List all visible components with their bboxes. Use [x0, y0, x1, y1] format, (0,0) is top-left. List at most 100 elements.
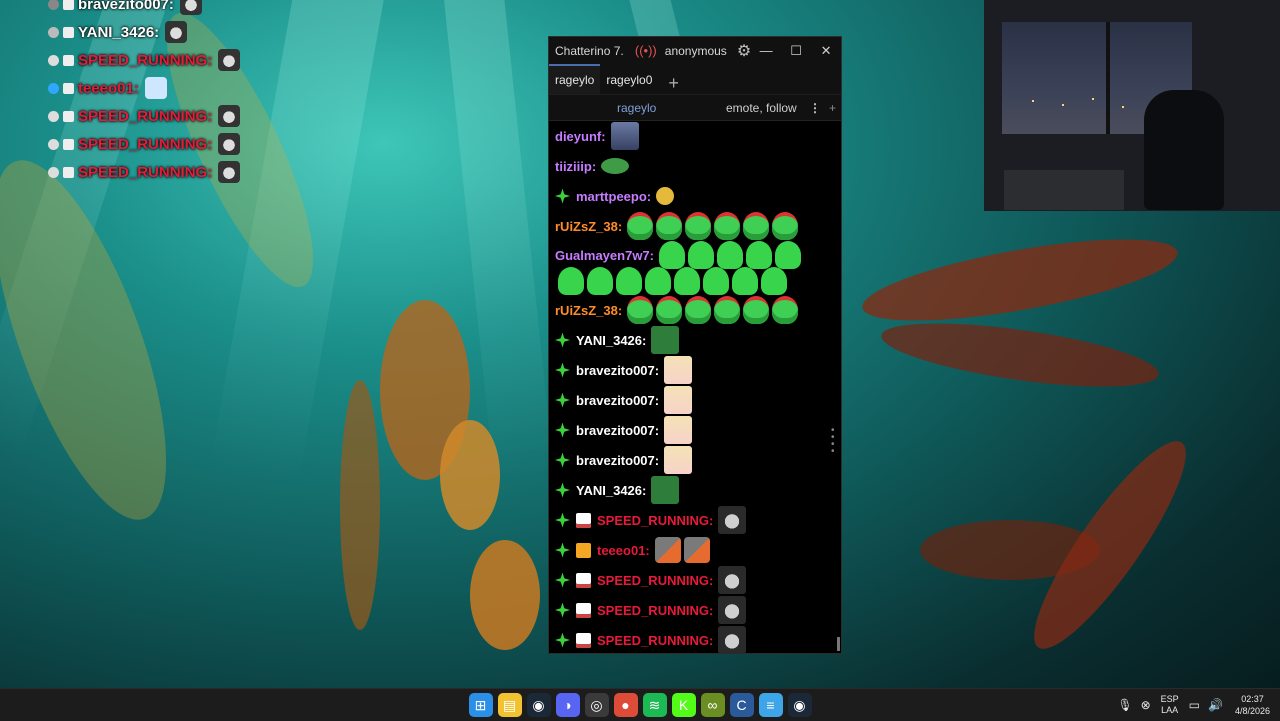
discord-icon[interactable]: ◑ [555, 693, 580, 717]
sparkle-badge-icon[interactable] [555, 452, 570, 468]
chat-username[interactable]: bravezito007: [576, 393, 659, 408]
sparkle-badge-icon[interactable] [555, 188, 570, 204]
pepe-emote[interactable] [651, 326, 680, 354]
sparkle-badge-icon[interactable] [555, 572, 570, 588]
ghost-emote[interactable] [659, 241, 685, 269]
sparkle-badge-icon[interactable] [555, 482, 570, 498]
chat-username[interactable]: bravezito007: [576, 453, 659, 468]
ghost-emote[interactable] [775, 241, 801, 269]
language-indicator[interactable]: ESP LAA [1161, 694, 1179, 716]
anime-emote[interactable] [664, 356, 693, 384]
sparkle-badge-icon[interactable] [555, 332, 570, 348]
horn-emote[interactable] [772, 296, 799, 324]
horn-emote[interactable] [714, 296, 741, 324]
gift-badge-icon[interactable] [576, 542, 591, 558]
chat-message[interactable]: Gualmayen7w7: [555, 241, 825, 295]
channel-name[interactable]: rageylo [617, 101, 656, 115]
scroll-handle[interactable]: • • • • [831, 426, 835, 457]
chat-message[interactable]: SPEED_RUNNING: [555, 505, 825, 535]
start-icon[interactable]: ⊞ [468, 693, 493, 717]
chat-username[interactable]: YANI_3426: [576, 483, 646, 498]
horn-emote[interactable] [772, 212, 799, 240]
horn-emote[interactable] [743, 296, 770, 324]
chat-message[interactable]: dieyunf: [555, 121, 825, 151]
sparkle-badge-icon[interactable] [555, 392, 570, 408]
chat-message[interactable]: tiiziiip: [555, 151, 825, 181]
sparkle-badge-icon[interactable] [555, 542, 570, 558]
chat-username[interactable]: bravezito007: [576, 423, 659, 438]
chat-username[interactable]: SPEED_RUNNING: [597, 573, 713, 588]
message-list[interactable]: dieyunf: tiiziiip: marttpeepo: rUiZsZ_38: Gu… [555, 121, 825, 655]
face-emote[interactable] [610, 122, 639, 150]
chat-message[interactable]: bravezito007: [555, 355, 825, 385]
chat-username[interactable]: YANI_3426: [576, 333, 646, 348]
stonks-emote[interactable] [683, 537, 710, 563]
mail-badge-icon[interactable] [576, 602, 591, 618]
notepad-icon[interactable]: ≡ [758, 693, 783, 717]
horn-emote[interactable] [656, 212, 683, 240]
ghost-emote[interactable] [761, 267, 787, 295]
add-split-button[interactable]: + [829, 101, 836, 115]
tab-rageylo0[interactable]: rageylo0 [600, 66, 658, 94]
ghost-emote[interactable] [587, 267, 613, 295]
ghost-emote[interactable] [703, 267, 729, 295]
sparkle-badge-icon[interactable] [555, 632, 570, 648]
pepe-emote[interactable] [651, 476, 680, 504]
pug-emote[interactable] [718, 506, 747, 534]
chat-message[interactable]: bravezito007: [555, 415, 825, 445]
pug-emote[interactable] [718, 596, 747, 624]
sparkle-badge-icon[interactable] [555, 362, 570, 378]
pug-emote[interactable] [718, 626, 747, 654]
chat-message[interactable]: SPEED_RUNNING: [555, 595, 825, 625]
chat-username[interactable]: SPEED_RUNNING: [597, 513, 713, 528]
chat-message[interactable]: teeeo01: [555, 535, 825, 565]
chat-username[interactable]: dieyunf: [555, 129, 606, 144]
ghost-emote[interactable] [558, 267, 584, 295]
anime-emote[interactable] [664, 446, 693, 474]
game-icon[interactable]: ∞ [700, 693, 725, 717]
chat-username[interactable]: Gualmayen7w7: [555, 248, 654, 263]
anime-emote[interactable] [664, 386, 693, 414]
frog-emote[interactable] [601, 158, 630, 174]
ghost-emote[interactable] [645, 267, 671, 295]
volume-icon[interactable]: 🔊 [1208, 698, 1223, 712]
horn-emote[interactable] [685, 296, 712, 324]
ghost-emote[interactable] [616, 267, 642, 295]
chat-message[interactable]: SPEED_RUNNING: [555, 625, 825, 655]
title-bar[interactable]: Chatterino 7. ((•)) anonymous ⚙ — ☐ ✕ [549, 37, 841, 64]
chat-username[interactable]: bravezito007: [576, 363, 659, 378]
chat-username[interactable]: marttpeepo: [576, 189, 651, 204]
tab-rageylo[interactable]: rageylo [549, 64, 601, 94]
chat-username[interactable]: rUiZsZ_38: [555, 303, 622, 318]
minimize-button[interactable]: — [751, 43, 781, 58]
obs-icon[interactable]: ◎ [584, 693, 609, 717]
file-explorer-icon[interactable]: ▤ [497, 693, 522, 717]
steam-icon[interactable]: ◉ [526, 693, 551, 717]
coin-emote[interactable] [656, 187, 675, 205]
chatterino-icon[interactable]: C [729, 693, 754, 717]
microphone-icon[interactable]: 🎙 [1117, 698, 1132, 712]
horn-emote[interactable] [627, 212, 654, 240]
kick-icon[interactable]: K [671, 693, 696, 717]
mail-badge-icon[interactable] [576, 572, 591, 588]
chrome-icon[interactable]: ● [613, 693, 638, 717]
stonks-emote[interactable] [654, 537, 681, 563]
horn-emote[interactable] [685, 212, 712, 240]
display-icon[interactable]: ▭ [1189, 698, 1200, 712]
scrollbar[interactable] [837, 637, 840, 651]
security-icon[interactable]: ⊗ [1141, 698, 1151, 712]
clock[interactable]: 02:37 4/8/2026 [1235, 693, 1270, 717]
ghost-emote[interactable] [688, 241, 714, 269]
chat-message[interactable]: rUiZsZ_38: [555, 295, 825, 325]
ghost-emote[interactable] [732, 267, 758, 295]
steam-icon-2[interactable]: ◉ [787, 693, 812, 717]
ghost-emote[interactable] [746, 241, 772, 269]
split-menu-button[interactable]: ⋮ [809, 101, 821, 115]
chat-username[interactable]: SPEED_RUNNING: [597, 603, 713, 618]
chat-message[interactable]: bravezito007: [555, 385, 825, 415]
chat-username[interactable]: teeeo01: [597, 543, 650, 558]
pug-emote[interactable] [718, 566, 747, 594]
gear-icon[interactable]: ⚙ [737, 41, 751, 61]
chat-message[interactable]: marttpeepo: [555, 181, 825, 211]
chat-message[interactable]: YANI_3426: [555, 475, 825, 505]
